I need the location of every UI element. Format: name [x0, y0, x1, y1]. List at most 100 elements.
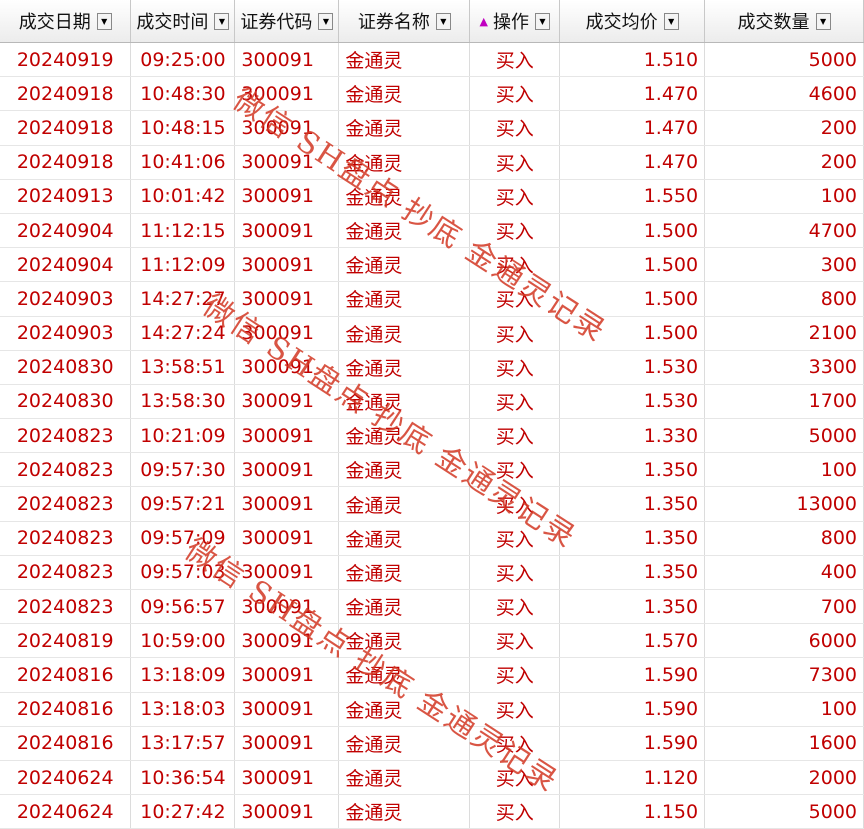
cell-action: 买入 — [469, 247, 561, 283]
table-row[interactable]: 20240819 10:59:00 300091 金通灵 买入 1.570 6000 — [0, 623, 864, 659]
table-row[interactable]: 20240816 13:18:09 300091 金通灵 买入 1.590 7300 — [0, 657, 864, 693]
cell-price: 1.350 — [559, 521, 706, 556]
table-row[interactable]: 20240904 11:12:09 300091 金通灵 买入 1.500 300 — [0, 247, 864, 283]
table-row[interactable]: 20240918 10:48:15 300091 金通灵 买入 1.470 200 — [0, 110, 864, 146]
table-row[interactable]: 20240903 14:27:27 300091 金通灵 买入 1.500 800 — [0, 281, 864, 317]
table-row[interactable]: 20240823 09:57:30 300091 金通灵 买入 1.350 100 — [0, 452, 864, 488]
cell-name: 金通灵 — [338, 213, 471, 249]
filter-dropdown-icon[interactable]: ▼ — [535, 12, 550, 30]
cell-time: 10:41:06 — [130, 145, 236, 180]
table-row[interactable]: 20240823 09:57:03 300091 金通灵 买入 1.350 400 — [0, 555, 864, 591]
cell-date: 20240918 — [0, 110, 132, 146]
cell-action: 买入 — [469, 555, 561, 591]
table-row[interactable]: 20240823 09:56:57 300091 金通灵 买入 1.350 700 — [0, 589, 864, 625]
cell-action: 买入 — [469, 42, 561, 78]
cell-action: 买入 — [469, 76, 561, 112]
cell-time: 09:57:30 — [130, 452, 236, 488]
cell-action: 买入 — [469, 760, 561, 796]
cell-name: 金通灵 — [338, 145, 471, 180]
cell-name: 金通灵 — [338, 110, 471, 146]
cell-price: 1.550 — [559, 179, 706, 214]
filter-dropdown-icon[interactable]: ▼ — [214, 12, 230, 30]
table-row[interactable]: 20240823 09:57:09 300091 金通灵 买入 1.350 800 — [0, 521, 864, 556]
column-header-action[interactable]: ▲ 操作 ▼ — [469, 0, 561, 43]
cell-qty: 800 — [704, 281, 864, 317]
table-row[interactable]: 20240823 10:21:09 300091 金通灵 买入 1.330 5000 — [0, 418, 864, 454]
cell-time: 10:48:30 — [130, 76, 236, 112]
cell-time: 09:57:09 — [130, 521, 236, 556]
cell-code: 300091 — [234, 486, 340, 522]
column-header-price[interactable]: 成交均价 ▼ — [559, 0, 706, 43]
table-row[interactable]: 20240830 13:58:30 300091 金通灵 买入 1.530 1700 — [0, 384, 864, 420]
cell-date: 20240904 — [0, 213, 132, 249]
cell-qty: 2100 — [704, 316, 864, 351]
cell-qty: 5000 — [704, 418, 864, 454]
table-row[interactable]: 20240624 10:36:54 300091 金通灵 买入 1.120 2000 — [0, 760, 864, 796]
cell-code: 300091 — [234, 692, 340, 727]
cell-action: 买入 — [469, 692, 561, 727]
filter-dropdown-icon[interactable]: ▼ — [663, 12, 679, 30]
table-header-row: 成交日期 ▼ 成交时间 ▼ 证券代码 ▼ 证券名称 ▼ ▲ 操作 ▼ 成交均价 ▼ 成交数量 ▼ — [0, 0, 864, 43]
cell-time: 10:27:42 — [130, 794, 236, 829]
cell-code: 300091 — [234, 418, 340, 454]
table-row[interactable]: 20240918 10:41:06 300091 金通灵 买入 1.470 200 — [0, 145, 864, 180]
cell-name: 金通灵 — [338, 452, 471, 488]
cell-date: 20240819 — [0, 623, 132, 659]
cell-code: 300091 — [234, 247, 340, 283]
column-header-label: 证券代码 — [240, 12, 313, 33]
cell-date: 20240816 — [0, 726, 132, 761]
cell-code: 300091 — [234, 213, 340, 249]
cell-price: 1.350 — [559, 486, 706, 522]
cell-qty: 100 — [704, 452, 864, 488]
filter-dropdown-icon[interactable]: ▼ — [96, 12, 112, 30]
cell-code: 300091 — [234, 42, 340, 78]
cell-action: 买入 — [469, 316, 561, 351]
cell-name: 金通灵 — [338, 794, 471, 829]
table-row[interactable]: 20240823 09:57:21 300091 金通灵 买入 1.350 13000 — [0, 486, 864, 522]
cell-action: 买入 — [469, 110, 561, 146]
table-row[interactable]: 20240918 10:48:30 300091 金通灵 买入 1.470 4600 — [0, 76, 864, 112]
cell-code: 300091 — [234, 316, 340, 351]
cell-date: 20240624 — [0, 760, 132, 796]
column-header-date[interactable]: 成交日期 ▼ — [0, 0, 132, 43]
cell-time: 11:12:09 — [130, 247, 236, 283]
column-header-name[interactable]: 证券名称 ▼ — [338, 0, 471, 43]
table-row[interactable]: 20240816 13:17:57 300091 金通灵 买入 1.590 1600 — [0, 726, 864, 761]
cell-date: 20240823 — [0, 589, 132, 625]
cell-time: 09:57:03 — [130, 555, 236, 591]
cell-code: 300091 — [234, 145, 340, 180]
cell-qty: 300 — [704, 247, 864, 283]
column-header-time[interactable]: 成交时间 ▼ — [130, 0, 236, 43]
cell-date: 20240830 — [0, 384, 132, 420]
cell-price: 1.350 — [559, 452, 706, 488]
table-row[interactable]: 20240919 09:25:00 300091 金通灵 买入 1.510 5000 — [0, 42, 864, 78]
cell-name: 金通灵 — [338, 384, 471, 420]
cell-name: 金通灵 — [338, 42, 471, 78]
cell-time: 13:58:51 — [130, 350, 236, 385]
cell-time: 14:27:27 — [130, 281, 236, 317]
cell-time: 10:48:15 — [130, 110, 236, 146]
filter-dropdown-icon[interactable]: ▼ — [815, 12, 831, 30]
column-header-label: 成交数量 — [737, 12, 810, 33]
table-row[interactable]: 20240903 14:27:24 300091 金通灵 买入 1.500 2100 — [0, 316, 864, 351]
cell-name: 金通灵 — [338, 418, 471, 454]
table-row[interactable]: 20240816 13:18:03 300091 金通灵 买入 1.590 100 — [0, 692, 864, 727]
table-row[interactable]: 20240830 13:58:51 300091 金通灵 买入 1.530 3300 — [0, 350, 864, 385]
table-row[interactable]: 20240624 10:27:42 300091 金通灵 买入 1.150 5000 — [0, 794, 864, 829]
cell-qty: 5000 — [704, 794, 864, 829]
table-row[interactable]: 20240913 10:01:42 300091 金通灵 买入 1.550 100 — [0, 179, 864, 214]
cell-name: 金通灵 — [338, 521, 471, 556]
cell-time: 13:18:03 — [130, 692, 236, 727]
cell-time: 13:17:57 — [130, 726, 236, 761]
filter-dropdown-icon[interactable]: ▼ — [435, 12, 451, 30]
column-header-code[interactable]: 证券代码 ▼ — [234, 0, 340, 43]
cell-action: 买入 — [469, 179, 561, 214]
filter-dropdown-icon[interactable]: ▼ — [318, 12, 334, 30]
table-row[interactable]: 20240904 11:12:15 300091 金通灵 买入 1.500 4700 — [0, 213, 864, 249]
cell-date: 20240816 — [0, 692, 132, 727]
cell-qty: 1600 — [704, 726, 864, 761]
cell-date: 20240823 — [0, 418, 132, 454]
column-header-qty[interactable]: 成交数量 ▼ — [704, 0, 864, 43]
cell-name: 金通灵 — [338, 247, 471, 283]
cell-price: 1.500 — [559, 281, 706, 317]
